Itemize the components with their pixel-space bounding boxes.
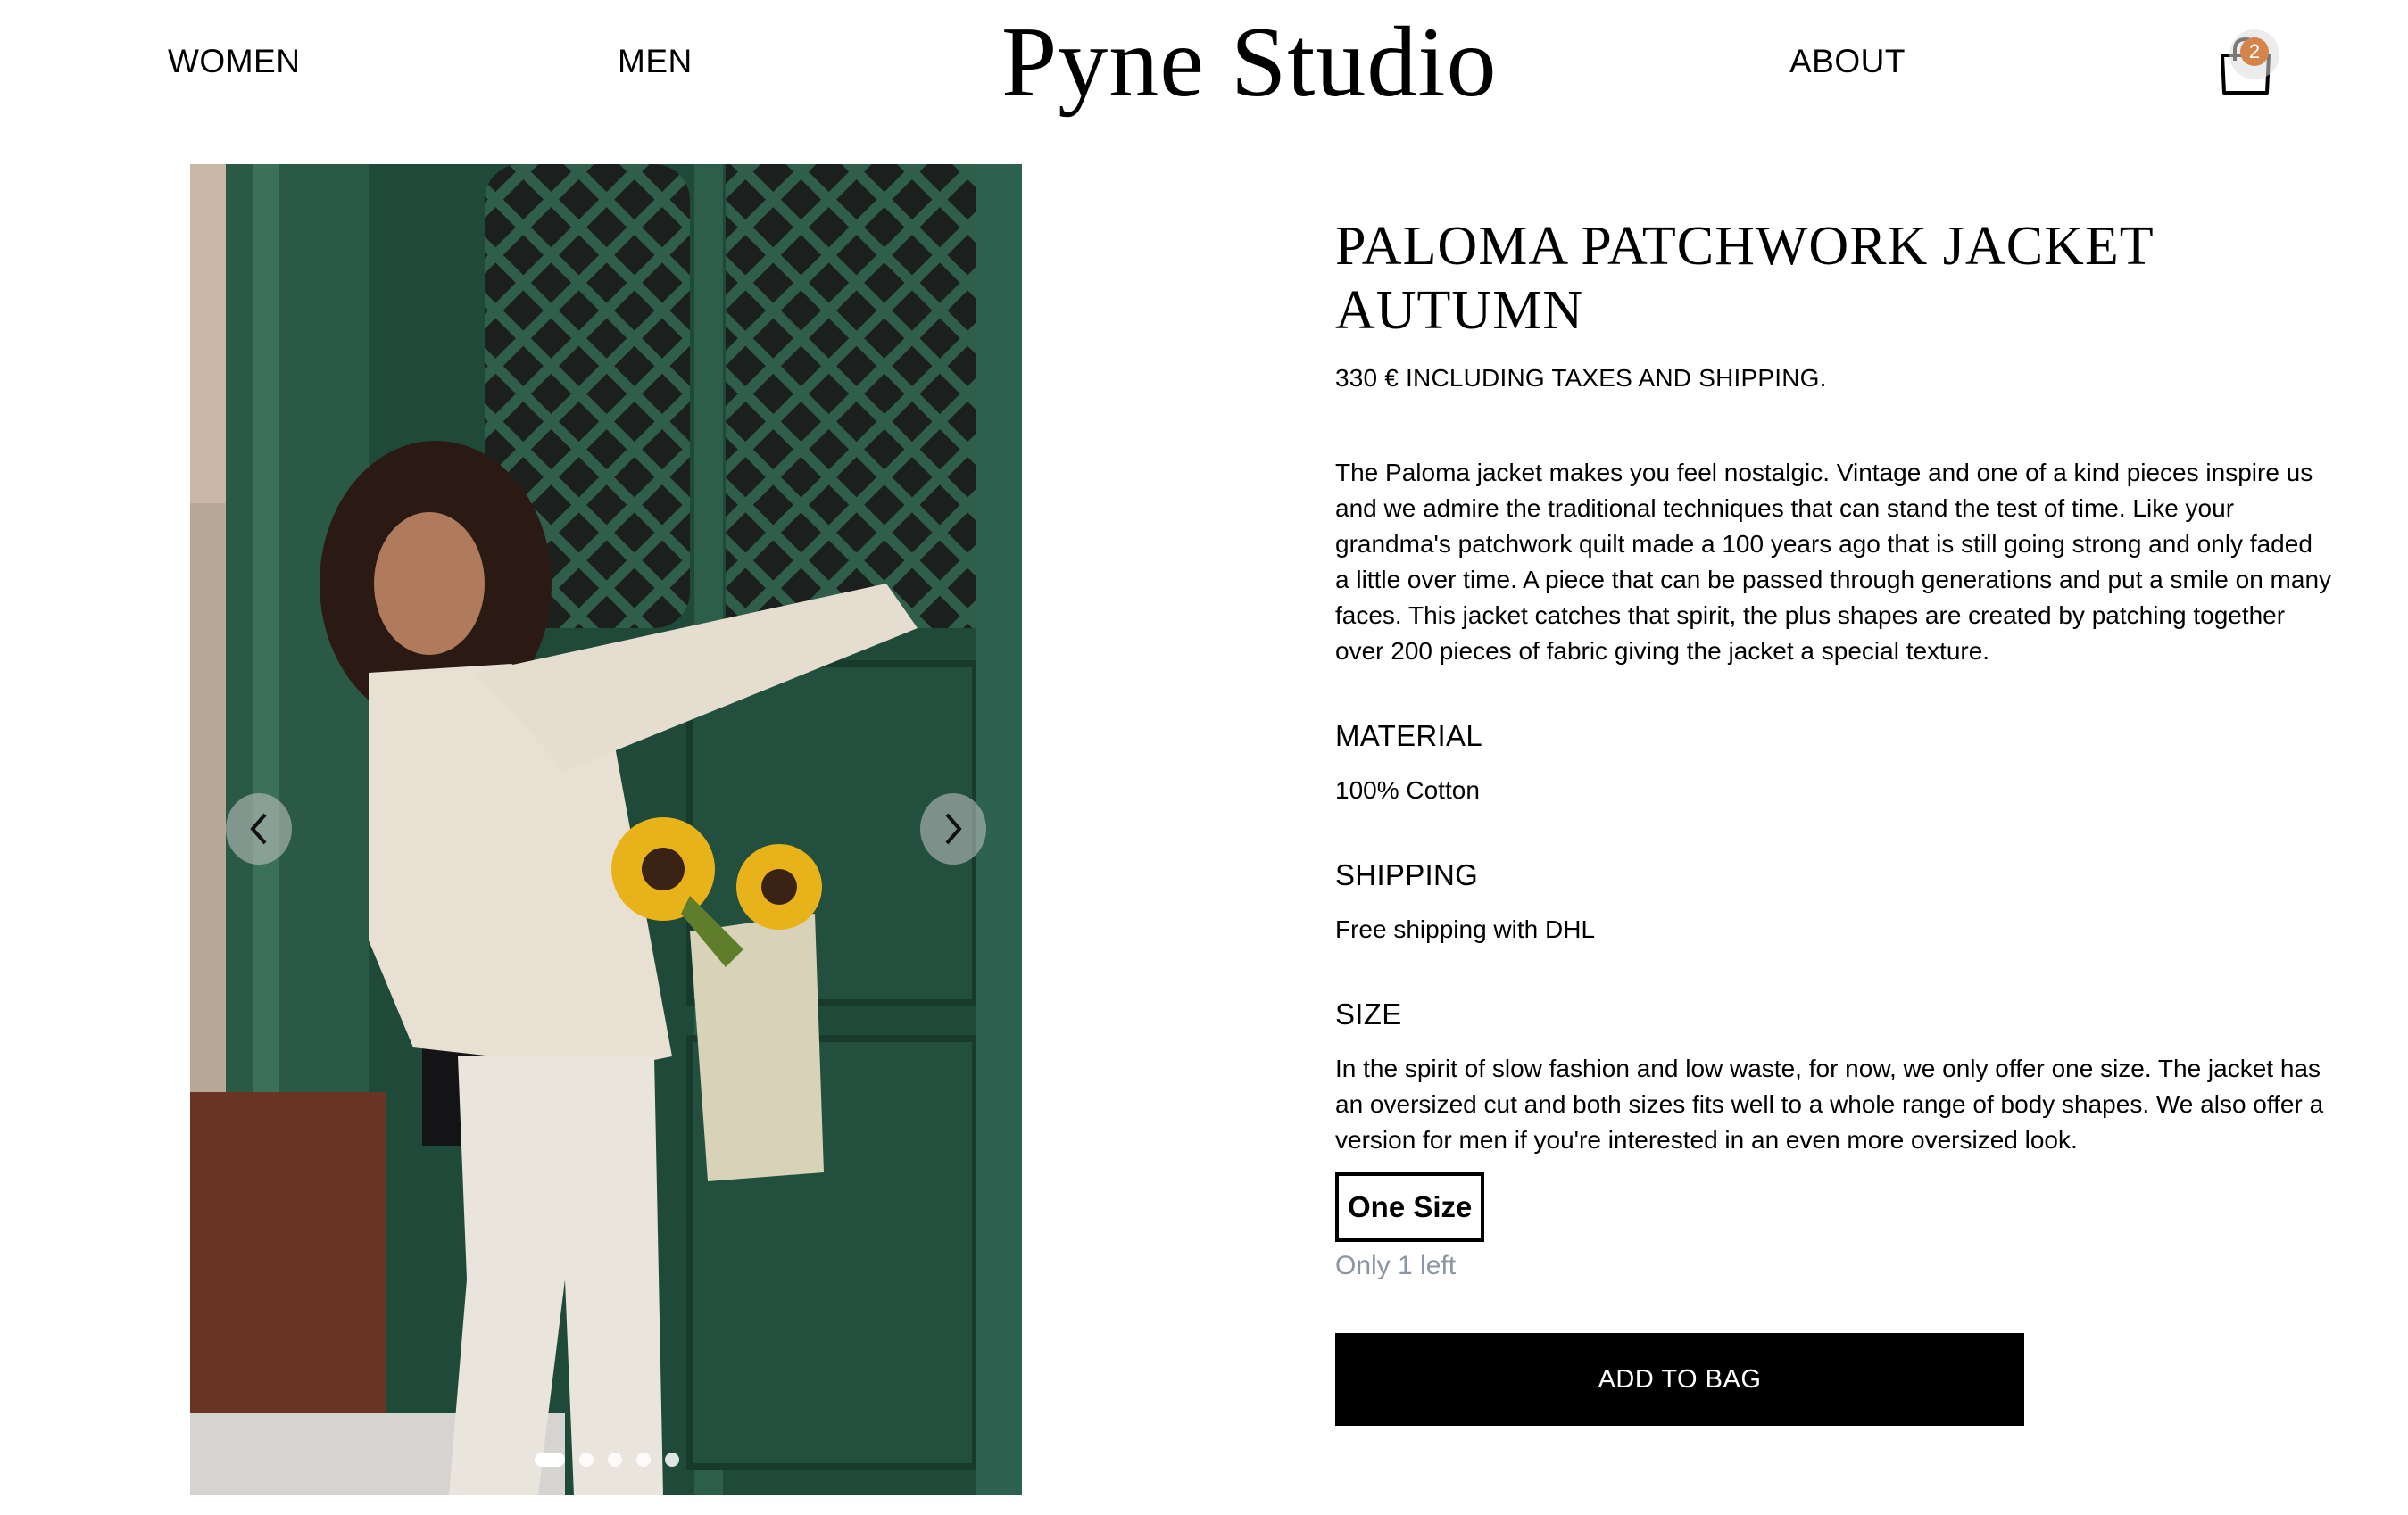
product-price: 330 € INCLUDING TAXES AND SHIPPING.	[1335, 364, 1827, 392]
chevron-left-icon	[245, 811, 272, 847]
product-image-carousel[interactable]	[190, 164, 1022, 1495]
product-title: PALOMA PATCHWORK JACKET AUTUMN	[1335, 214, 2333, 343]
carousel-indicators	[535, 1453, 679, 1467]
carousel-prev-button[interactable]	[226, 793, 292, 865]
size-option-one-size[interactable]: One Size	[1335, 1172, 1485, 1242]
shipping-heading: SHIPPING	[1335, 858, 1479, 891]
carousel-dot[interactable]	[665, 1453, 679, 1467]
carousel-next-button[interactable]	[920, 793, 986, 865]
add-to-bag-button[interactable]: ADD TO BAG	[1335, 1333, 2024, 1426]
chevron-right-icon	[940, 811, 967, 847]
carousel-dot[interactable]	[608, 1453, 622, 1467]
product-info: PALOMA PATCHWORK JACKET AUTUMN 330 € INC…	[1335, 214, 2333, 1426]
cart-count: 2	[2240, 37, 2269, 66]
shipping-text: Free shipping with DHL	[1335, 915, 1596, 943]
product-title-line2: AUTUMN	[1335, 280, 1584, 341]
product-title-line1: PALOMA PATCHWORK JACKET	[1335, 216, 2155, 277]
cart-count-badge[interactable]: 2	[2229, 29, 2279, 79]
product-photo	[190, 164, 1022, 1495]
carousel-dot[interactable]	[579, 1453, 594, 1467]
carousel-dot[interactable]	[535, 1453, 565, 1467]
carousel-dot[interactable]	[636, 1453, 651, 1467]
size-heading: SIZE	[1335, 998, 1402, 1031]
nav-women-link[interactable]: WOMEN	[168, 43, 300, 80]
site-logo[interactable]: Pyne Studio	[1001, 10, 1497, 116]
size-text: In the spirit of slow fashion and low wa…	[1335, 1055, 2324, 1154]
nav-about-link[interactable]: ABOUT	[1789, 43, 1906, 80]
nav-men-link[interactable]: MEN	[618, 43, 693, 80]
material-text: 100% Cotton	[1335, 776, 1480, 804]
material-heading: MATERIAL	[1335, 719, 1482, 752]
product-description: The Paloma jacket makes you feel nostalg…	[1335, 459, 2332, 665]
stock-status: Only 1 left	[1335, 1251, 1457, 1280]
